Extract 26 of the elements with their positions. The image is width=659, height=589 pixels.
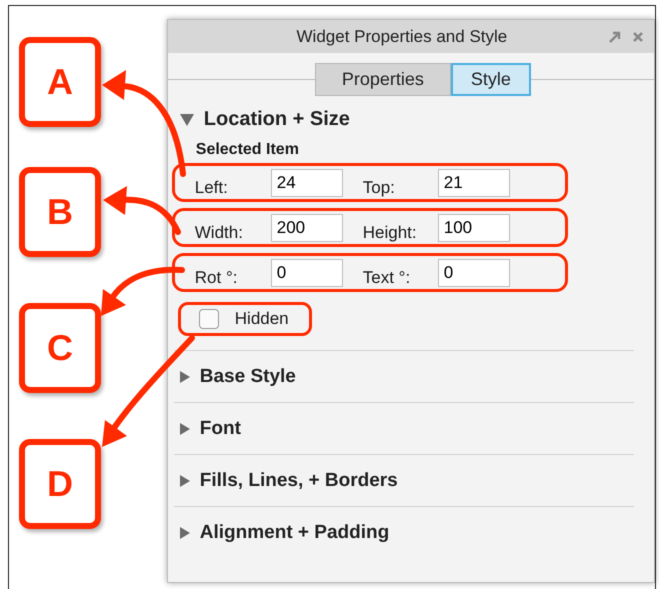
- input-field[interactable]: 24: [270, 168, 343, 196]
- tab[interactable]: Properties: [314, 63, 451, 96]
- tab[interactable]: Style: [450, 63, 531, 96]
- field-label: Text °:: [362, 266, 412, 288]
- input-field[interactable]: 200: [270, 214, 343, 242]
- input-field[interactable]: 0: [270, 258, 343, 286]
- field-label: Left:: [194, 176, 229, 198]
- section-header[interactable]: Font: [200, 418, 241, 440]
- callout-label: A: [19, 37, 101, 127]
- field-label: Rot °:: [194, 266, 238, 288]
- input-field[interactable]: 21: [438, 168, 510, 196]
- field-label: Width:: [194, 222, 244, 242]
- checkbox-label[interactable]: Hidden: [234, 309, 289, 329]
- callout-label: D: [19, 439, 101, 529]
- window-title: Widget Properties and Style: [296, 26, 508, 46]
- field-label: Top:: [362, 176, 396, 198]
- field-label: Height:: [362, 222, 418, 242]
- section-header[interactable]: Alignment + Padding: [200, 522, 390, 544]
- input-field[interactable]: 0: [438, 258, 510, 286]
- section-header[interactable]: Location + Size: [204, 108, 350, 131]
- section-header[interactable]: Fills, Lines, + Borders: [200, 470, 398, 492]
- callout-label: B: [19, 167, 101, 257]
- callout-label: C: [19, 303, 101, 393]
- group-heading: Selected Item: [196, 141, 299, 159]
- section-header[interactable]: Base Style: [200, 366, 296, 388]
- input-field[interactable]: 100: [438, 214, 510, 242]
